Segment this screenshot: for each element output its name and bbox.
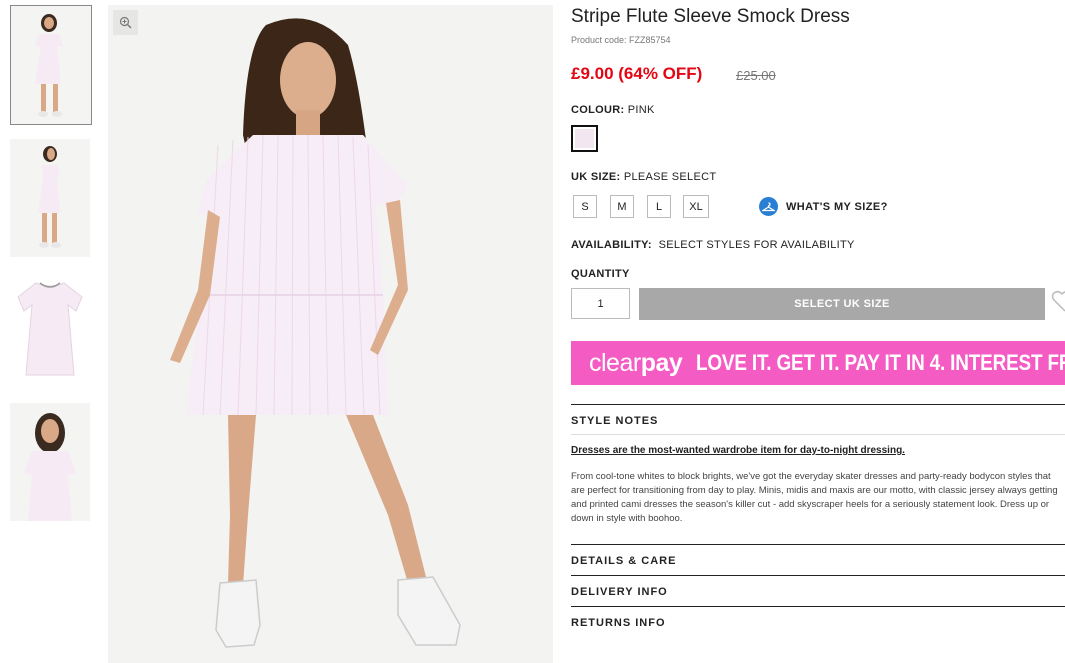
style-notes-lead: Dresses are the most-wanted wardrobe ite… xyxy=(571,445,905,456)
clearpay-banner[interactable]: clearpay LOVE IT. GET IT. PAY IT IN 4. I… xyxy=(571,341,1065,385)
colour-label: COLOUR: PINK xyxy=(571,104,655,116)
colour-label-key: COLOUR: xyxy=(571,104,625,116)
returns-info-heading[interactable]: RETURNS INFO xyxy=(571,617,666,629)
thumbnail-front[interactable] xyxy=(10,5,92,125)
zoom-button[interactable] xyxy=(113,10,138,35)
colour-swatch-pink[interactable] xyxy=(571,125,598,152)
description-line: down in style with boohoo. xyxy=(571,513,683,524)
model-illustration xyxy=(108,5,553,663)
availability-label-key: AVAILABILITY: xyxy=(571,239,652,251)
original-price: £25.00 xyxy=(736,68,776,83)
divider xyxy=(571,434,1065,435)
thumbnail-flat[interactable] xyxy=(10,271,90,389)
thumbnail-side[interactable] xyxy=(10,139,90,257)
style-notes-heading[interactable]: STYLE NOTES xyxy=(571,415,658,427)
style-notes-description: From cool-tone whites to block brights, … xyxy=(571,470,1065,526)
hanger-icon xyxy=(759,197,778,216)
description-line: and printed cami dresses the season's ki… xyxy=(571,499,1050,510)
thumbnail-closeup[interactable] xyxy=(10,403,90,521)
divider xyxy=(571,575,1065,576)
whats-my-size-label: WHAT'S MY SIZE? xyxy=(786,200,888,213)
wishlist-button[interactable] xyxy=(1051,289,1065,318)
availability-value: SELECT STYLES FOR AVAILABILITY xyxy=(658,239,855,251)
clearpay-logo-light: clear xyxy=(589,348,641,377)
divider xyxy=(571,544,1065,545)
description-line: From cool-tone whites to block brights, … xyxy=(571,471,1051,482)
whats-my-size-link[interactable]: WHAT'S MY SIZE? xyxy=(759,197,888,216)
add-to-bag-button[interactable]: SELECT UK SIZE xyxy=(639,288,1045,320)
quantity-input[interactable]: 1 xyxy=(571,288,630,319)
details-care-heading[interactable]: DETAILS & CARE xyxy=(571,555,676,567)
delivery-info-heading[interactable]: DELIVERY INFO xyxy=(571,586,668,598)
size-label: UK SIZE: PLEASE SELECT xyxy=(571,171,716,183)
quantity-label: QUANTITY xyxy=(571,268,630,280)
divider xyxy=(571,606,1065,607)
divider xyxy=(571,404,1065,405)
heart-icon xyxy=(1051,290,1065,312)
zoom-icon xyxy=(119,16,132,29)
description-line: are perfect for transitioning from day t… xyxy=(571,485,1058,496)
size-option-s[interactable]: S xyxy=(573,195,597,218)
colour-value: PINK xyxy=(627,104,655,116)
clearpay-slogan: LOVE IT. GET IT. PAY IT IN 4. INTEREST F… xyxy=(696,350,1065,375)
clearpay-logo-bold: pay xyxy=(640,348,683,377)
clearpay-logo: clearpay xyxy=(589,348,683,378)
size-option-m[interactable]: M xyxy=(610,195,634,218)
size-option-l[interactable]: L xyxy=(647,195,671,218)
thumbnail-list xyxy=(10,5,92,535)
sale-price: £9.00 (64% OFF) xyxy=(571,64,703,83)
product-main-image[interactable] xyxy=(108,5,553,663)
product-code: Product code: FZZ85754 xyxy=(571,35,671,45)
product-title: Stripe Flute Sleeve Smock Dress xyxy=(571,6,850,27)
size-value: PLEASE SELECT xyxy=(623,171,717,183)
swatch-fill xyxy=(575,129,594,148)
size-option-xl[interactable]: XL xyxy=(683,195,709,218)
availability-label: AVAILABILITY: SELECT STYLES FOR AVAILABI… xyxy=(571,239,855,251)
size-label-key: UK SIZE: xyxy=(571,171,621,183)
